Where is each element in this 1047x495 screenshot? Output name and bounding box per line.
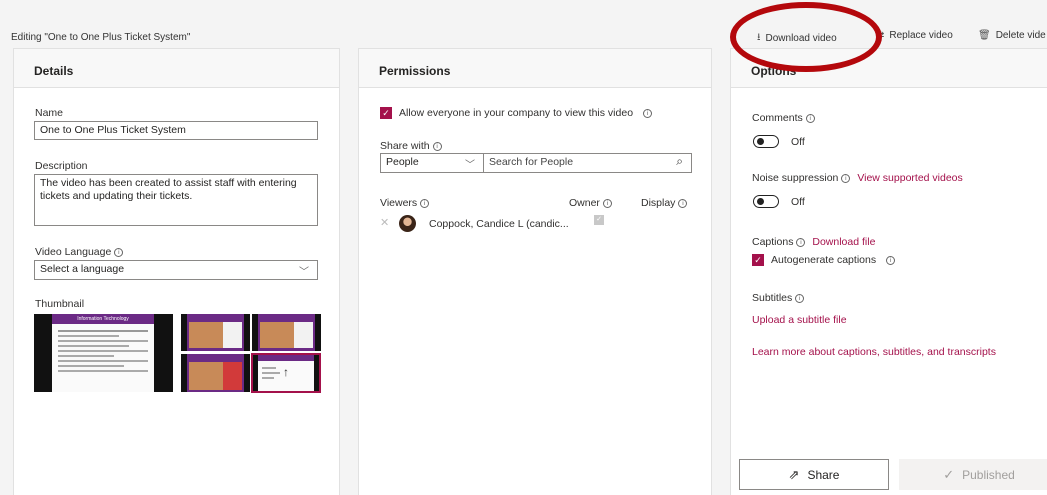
- video-language-label: Video Language i: [35, 246, 124, 258]
- viewers-label: Viewers i: [380, 197, 430, 209]
- info-icon: i: [796, 237, 806, 247]
- top-bar: Editing "One to One Plus Ticket System" …: [0, 28, 1047, 46]
- thumbnail-option-3[interactable]: [181, 354, 250, 392]
- comments-label: Comments i: [752, 112, 815, 124]
- language-select[interactable]: Select a language ﹀: [34, 260, 318, 280]
- info-icon: i: [432, 141, 442, 151]
- delete-video-label: Delete vide: [995, 30, 1046, 41]
- share-with-label: Share with i: [380, 140, 442, 152]
- replace-video-button[interactable]: ⇄ Replace video: [876, 30, 953, 41]
- options-header: Options: [731, 49, 1047, 88]
- download-video-label: Download video: [765, 33, 837, 44]
- display-column-label: Display i: [641, 197, 688, 209]
- viewers-text: Viewers: [380, 197, 418, 209]
- noise-suppression-label: Noise suppression i View supported videos: [752, 172, 963, 184]
- allow-everyone-label: Allow everyone in your company to view t…: [399, 107, 634, 119]
- name-input[interactable]: One to One Plus Ticket System: [34, 121, 318, 140]
- search-people-placeholder: Search for People: [489, 156, 574, 168]
- delete-video-button[interactable]: 🗑 Delete vide: [978, 30, 1046, 41]
- noise-suppression-text: Noise suppression: [752, 172, 839, 184]
- checkmark-icon: ✓: [380, 107, 392, 119]
- download-icon: ⭳: [757, 32, 761, 43]
- thumbnail-main[interactable]: Information Technology: [34, 314, 173, 392]
- checkmark-icon: ✓: [943, 466, 955, 482]
- search-people-input[interactable]: Search for People ⌕: [483, 153, 692, 173]
- display-text: Display: [641, 197, 676, 209]
- cursor-arrow-icon: ↑: [283, 365, 289, 379]
- owner-checkbox[interactable]: ✓: [594, 215, 604, 225]
- info-icon: i: [795, 293, 805, 303]
- search-icon[interactable]: ⌕: [676, 154, 683, 169]
- thumbnail-document: Information Technology: [52, 314, 154, 392]
- description-label: Description: [35, 160, 88, 172]
- details-header: Details: [14, 49, 339, 88]
- info-icon: i: [602, 198, 612, 208]
- info-icon: i: [841, 173, 851, 183]
- noise-suppression-state: Off: [791, 196, 805, 208]
- owner-column-label: Owner i: [569, 197, 612, 209]
- captions-label: Captions i Download file: [752, 236, 875, 248]
- published-button: ✓ Published: [899, 459, 1047, 490]
- replace-icon: ⇄: [876, 30, 885, 41]
- share-button[interactable]: ⇗ Share: [739, 459, 889, 490]
- autogenerate-captions-checkbox[interactable]: ✓ Autogenerate captions i: [752, 254, 896, 266]
- thumbnail-banner: Information Technology: [52, 314, 154, 324]
- share-type-value: People: [386, 156, 419, 168]
- trash-icon: 🗑: [978, 30, 991, 41]
- noise-suppression-toggle[interactable]: [753, 195, 779, 208]
- share-button-label: Share: [807, 467, 840, 482]
- autogenerate-captions-label: Autogenerate captions: [771, 254, 877, 266]
- thumbnail-option-1[interactable]: [181, 314, 250, 351]
- comments-toggle[interactable]: [753, 135, 779, 148]
- viewer-row: ✕ Coppock, Candice L (candic... ✓: [380, 215, 700, 235]
- editing-title: Editing "One to One Plus Ticket System": [11, 32, 191, 43]
- allow-everyone-checkbox[interactable]: ✓ Allow everyone in your company to view…: [380, 107, 653, 119]
- published-button-label: Published: [962, 467, 1015, 482]
- name-label: Name: [35, 107, 64, 119]
- checkmark-icon: ✓: [752, 254, 764, 266]
- owner-text: Owner: [569, 197, 600, 209]
- thumbnail-option-2[interactable]: [252, 314, 321, 351]
- comments-text: Comments: [752, 112, 803, 124]
- view-supported-videos-link[interactable]: View supported videos: [857, 172, 962, 184]
- permissions-header: Permissions: [359, 49, 711, 88]
- video-language-text: Video Language: [35, 246, 112, 258]
- remove-viewer-icon[interactable]: ✕: [380, 216, 389, 229]
- learn-more-captions-link[interactable]: Learn more about captions, subtitles, an…: [752, 346, 996, 358]
- info-icon: i: [678, 198, 688, 208]
- name-value: One to One Plus Ticket System: [40, 124, 186, 136]
- share-icon: ⇗: [788, 466, 800, 482]
- options-panel: Options Comments i Off Noise suppression i…: [730, 48, 1047, 495]
- share-with-text: Share with: [380, 140, 430, 152]
- chevron-down-icon: ﹀: [299, 267, 309, 278]
- avatar: [399, 215, 416, 232]
- info-icon: i: [805, 113, 815, 123]
- info-icon: i: [420, 198, 430, 208]
- description-textarea[interactable]: The video has been created to assist sta…: [34, 174, 318, 226]
- upload-subtitle-link[interactable]: Upload a subtitle file: [752, 314, 847, 326]
- subtitles-text: Subtitles: [752, 292, 793, 304]
- share-type-select[interactable]: People ﹀: [380, 153, 484, 173]
- subtitles-label: Subtitles i: [752, 292, 805, 304]
- language-select-value: Select a language: [40, 263, 125, 275]
- info-icon: i: [114, 247, 124, 257]
- description-value: The video has been created to assist sta…: [40, 177, 297, 202]
- download-captions-link[interactable]: Download file: [812, 236, 875, 248]
- captions-text: Captions: [752, 236, 794, 248]
- download-video-button[interactable]: ⭳ Download video: [757, 30, 837, 47]
- info-icon: i: [886, 255, 896, 265]
- viewer-name: Coppock, Candice L (candic...: [429, 218, 569, 230]
- permissions-panel: Permissions ✓ Allow everyone in your com…: [358, 48, 712, 495]
- thumbnail-option-4-selected[interactable]: ↑: [251, 353, 321, 393]
- info-icon: i: [643, 108, 653, 118]
- thumbnail-label: Thumbnail: [35, 298, 85, 310]
- details-panel: Details Name One to One Plus Ticket Syst…: [13, 48, 340, 495]
- replace-video-label: Replace video: [889, 30, 953, 41]
- comments-state: Off: [791, 136, 805, 148]
- chevron-down-icon: ﹀: [465, 160, 475, 171]
